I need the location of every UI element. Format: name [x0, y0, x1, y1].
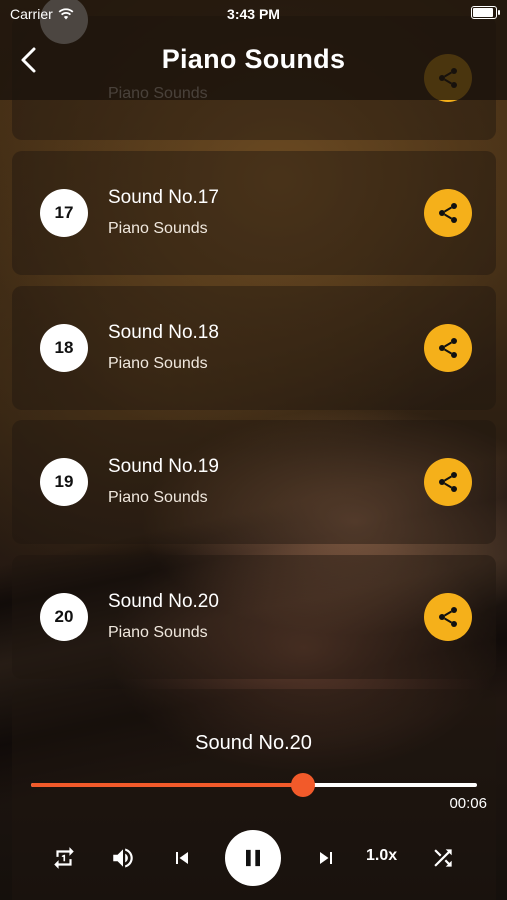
- share-button[interactable]: [424, 593, 472, 641]
- pause-button[interactable]: [225, 830, 281, 886]
- sound-name: Sound No.18: [108, 322, 219, 343]
- playback-speed-button[interactable]: 1.0x: [366, 847, 397, 865]
- next-button[interactable]: [312, 844, 340, 872]
- sound-subtitle: Piano Sounds: [108, 624, 208, 641]
- progress-thumb[interactable]: [291, 773, 316, 797]
- status-bar: Carrier 3:43 PM: [0, 0, 507, 30]
- share-icon: [439, 472, 457, 492]
- now-playing-title: Sound No.20: [195, 732, 312, 754]
- list-item[interactable]: 20 Sound No.20 Piano Sounds: [12, 555, 496, 679]
- list-item[interactable]: 18 Sound No.18 Piano Sounds: [12, 286, 496, 410]
- skip-next-icon: [320, 852, 332, 864]
- clock: 3:43 PM: [227, 6, 280, 22]
- sound-number-badge: 19: [40, 458, 88, 506]
- sound-name: Sound No.17: [108, 187, 219, 208]
- list-item[interactable]: 17 Sound No.17 Piano Sounds: [12, 151, 496, 275]
- audio-player: Sound No.20 00:06 1.0x: [0, 700, 507, 900]
- elapsed-time: 00:06: [449, 795, 487, 812]
- share-button[interactable]: [424, 458, 472, 506]
- shuffle-button[interactable]: [429, 844, 457, 872]
- share-icon: [439, 338, 457, 358]
- pause-icon: [246, 849, 260, 867]
- shuffle-icon: [434, 849, 452, 867]
- battery-icon: [471, 6, 500, 19]
- sound-number-badge: 17: [40, 189, 88, 237]
- share-icon: [439, 203, 457, 223]
- sound-number-badge: 20: [40, 593, 88, 641]
- previous-button[interactable]: [168, 844, 196, 872]
- sound-name: Sound No.20: [108, 591, 219, 612]
- share-button[interactable]: [424, 189, 472, 237]
- progress-slider[interactable]: [31, 773, 477, 797]
- repeat-button[interactable]: [50, 844, 78, 872]
- volume-icon: [113, 848, 133, 868]
- progress-played: [31, 783, 304, 787]
- sound-subtitle: Piano Sounds: [108, 355, 208, 372]
- navigation-bar: Piano Sounds: [0, 30, 507, 92]
- sound-subtitle: Piano Sounds: [108, 220, 208, 237]
- sound-number-badge: 18: [40, 324, 88, 372]
- repeat-one-icon: [54, 847, 74, 869]
- skip-previous-icon: [176, 852, 188, 864]
- share-icon: [439, 607, 457, 627]
- sound-subtitle: Piano Sounds: [108, 489, 208, 506]
- sound-name: Sound No.19: [108, 456, 219, 477]
- player-controls: 1.0x: [0, 830, 507, 886]
- volume-button[interactable]: [109, 844, 137, 872]
- list-item[interactable]: 19 Sound No.19 Piano Sounds: [12, 420, 496, 544]
- page-title: Piano Sounds: [161, 44, 346, 74]
- share-button[interactable]: [424, 324, 472, 372]
